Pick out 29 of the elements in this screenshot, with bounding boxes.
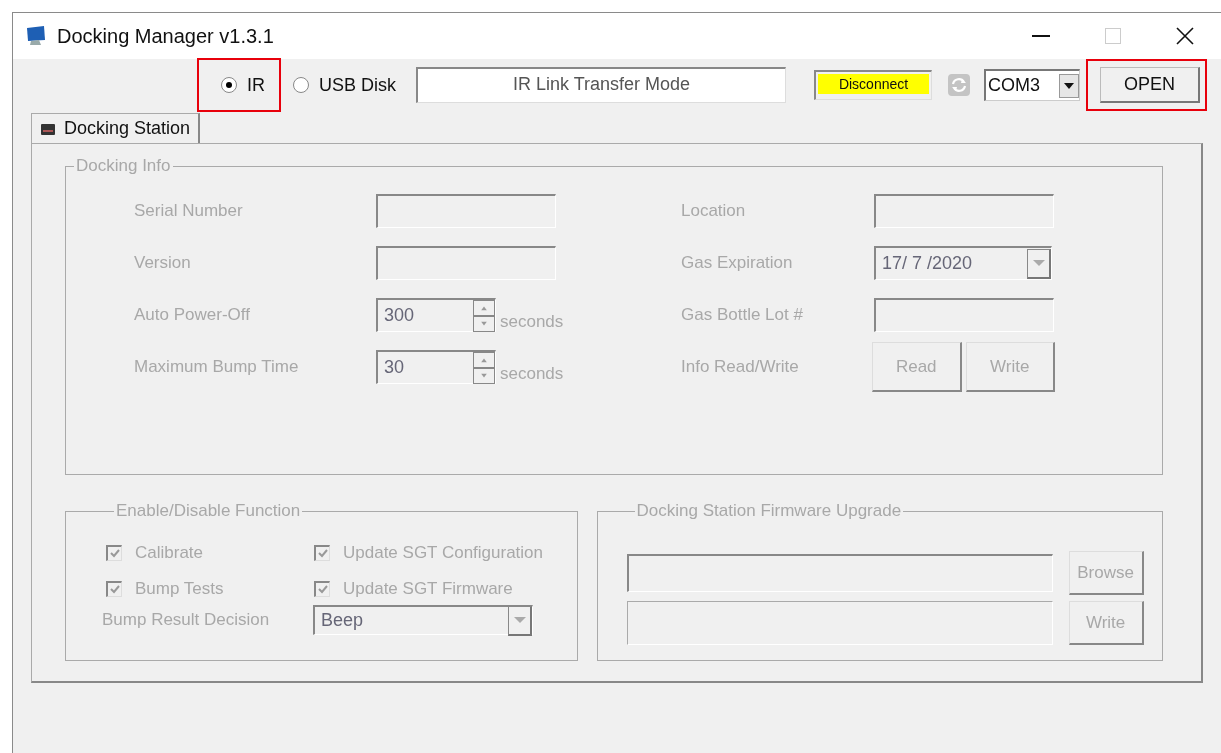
- field-label: Maximum Bump Time: [134, 357, 300, 377]
- unit-label: seconds: [500, 312, 564, 332]
- monitor-icon: [25, 26, 47, 46]
- group-title: Enable/Disable Function: [115, 501, 302, 521]
- radio-option[interactable]: IR: [197, 58, 281, 112]
- check-icon: [317, 585, 328, 594]
- group-title: Docking Station Firmware Upgrade: [635, 501, 903, 521]
- check-icon: [317, 549, 328, 558]
- field-label: Auto Power-Off: [134, 305, 251, 325]
- field-label: Gas Expiration: [681, 253, 794, 273]
- check-icon: [109, 585, 120, 594]
- mode-display: IR Link Transfer Mode: [416, 67, 786, 103]
- window-title: Docking Manager v1.3.1: [57, 24, 275, 48]
- field-label: Location: [681, 201, 747, 221]
- open-button[interactable]: OPEN: [1100, 67, 1200, 103]
- group-title: Docking Info: [75, 156, 172, 176]
- field-label: Version: [134, 253, 192, 273]
- radio-option[interactable]: USB Disk: [283, 66, 406, 104]
- close-icon[interactable]: [1176, 27, 1194, 45]
- field-label: Gas Bottle Lot #: [681, 305, 804, 325]
- port-dropdown[interactable]: COM3: [984, 69, 1080, 101]
- unit-label: seconds: [500, 364, 564, 384]
- field-label: Serial Number: [134, 201, 244, 221]
- tab[interactable]: Docking Station: [31, 113, 201, 143]
- caret-icon[interactable]: [1064, 82, 1074, 89]
- field-label: Bump Result Decision: [102, 610, 271, 630]
- status-indicator: Disconnect: [814, 70, 932, 100]
- check-icon: [109, 549, 120, 558]
- field-label: Info Read/Write: [681, 357, 800, 377]
